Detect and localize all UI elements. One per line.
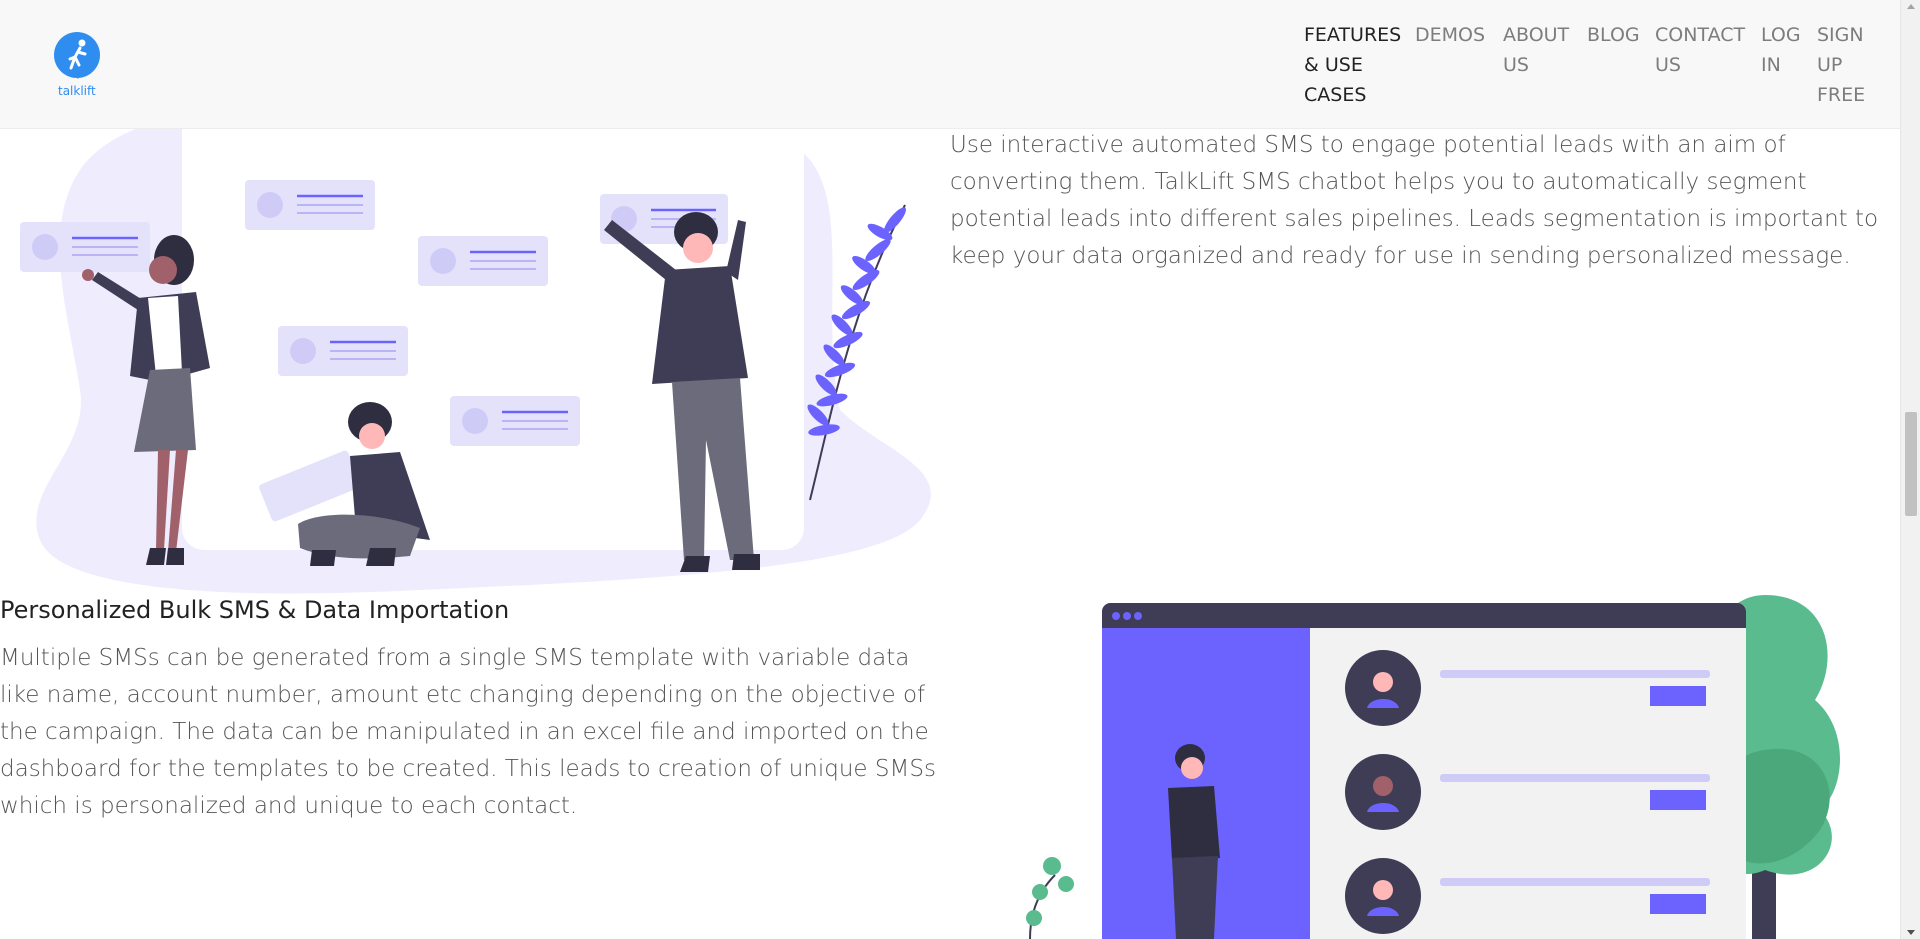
- nav-sign-up-free[interactable]: SIGN UP FREE: [1807, 20, 1867, 110]
- scroll-thumb[interactable]: [1905, 412, 1917, 516]
- main-nav: FEATURES & USE CASES DEMOS ABOUT US BLOG…: [1294, 20, 1867, 110]
- bulk-sms-heading: Personalized Bulk SMS & Data Importation: [0, 596, 510, 624]
- running-person-icon: [68, 39, 87, 70]
- scroll-up-arrow-icon[interactable]: [1907, 4, 1915, 9]
- vertical-scrollbar[interactable]: [1900, 0, 1920, 939]
- lead-segmentation-description: Use interactive automated SMS to engage …: [950, 132, 1879, 269]
- logo-text: talklift: [58, 84, 96, 98]
- top-navbar: talklift FEATURES & USE CASES DEMOS ABOU…: [0, 0, 1900, 129]
- nav-contact-us[interactable]: CONTACT US: [1645, 20, 1751, 110]
- nav-log-in[interactable]: LOG IN: [1751, 20, 1807, 110]
- talklift-logo[interactable]: talklift: [53, 31, 103, 101]
- small-plant-illustration: [1026, 857, 1074, 939]
- nav-features-use-cases[interactable]: FEATURES & USE CASES: [1294, 20, 1405, 110]
- bulk-sms-description: Multiple SMSs can be generated from a si…: [0, 645, 936, 819]
- scroll-down-arrow-icon[interactable]: [1907, 930, 1915, 935]
- nav-about-us[interactable]: ABOUT US: [1493, 20, 1577, 110]
- nav-blog[interactable]: BLOG: [1577, 20, 1645, 110]
- lead-segmentation-illustration: [20, 120, 931, 594]
- bulk-sms-dashboard-illustration: [1026, 595, 1840, 939]
- nav-demos[interactable]: DEMOS: [1405, 20, 1493, 110]
